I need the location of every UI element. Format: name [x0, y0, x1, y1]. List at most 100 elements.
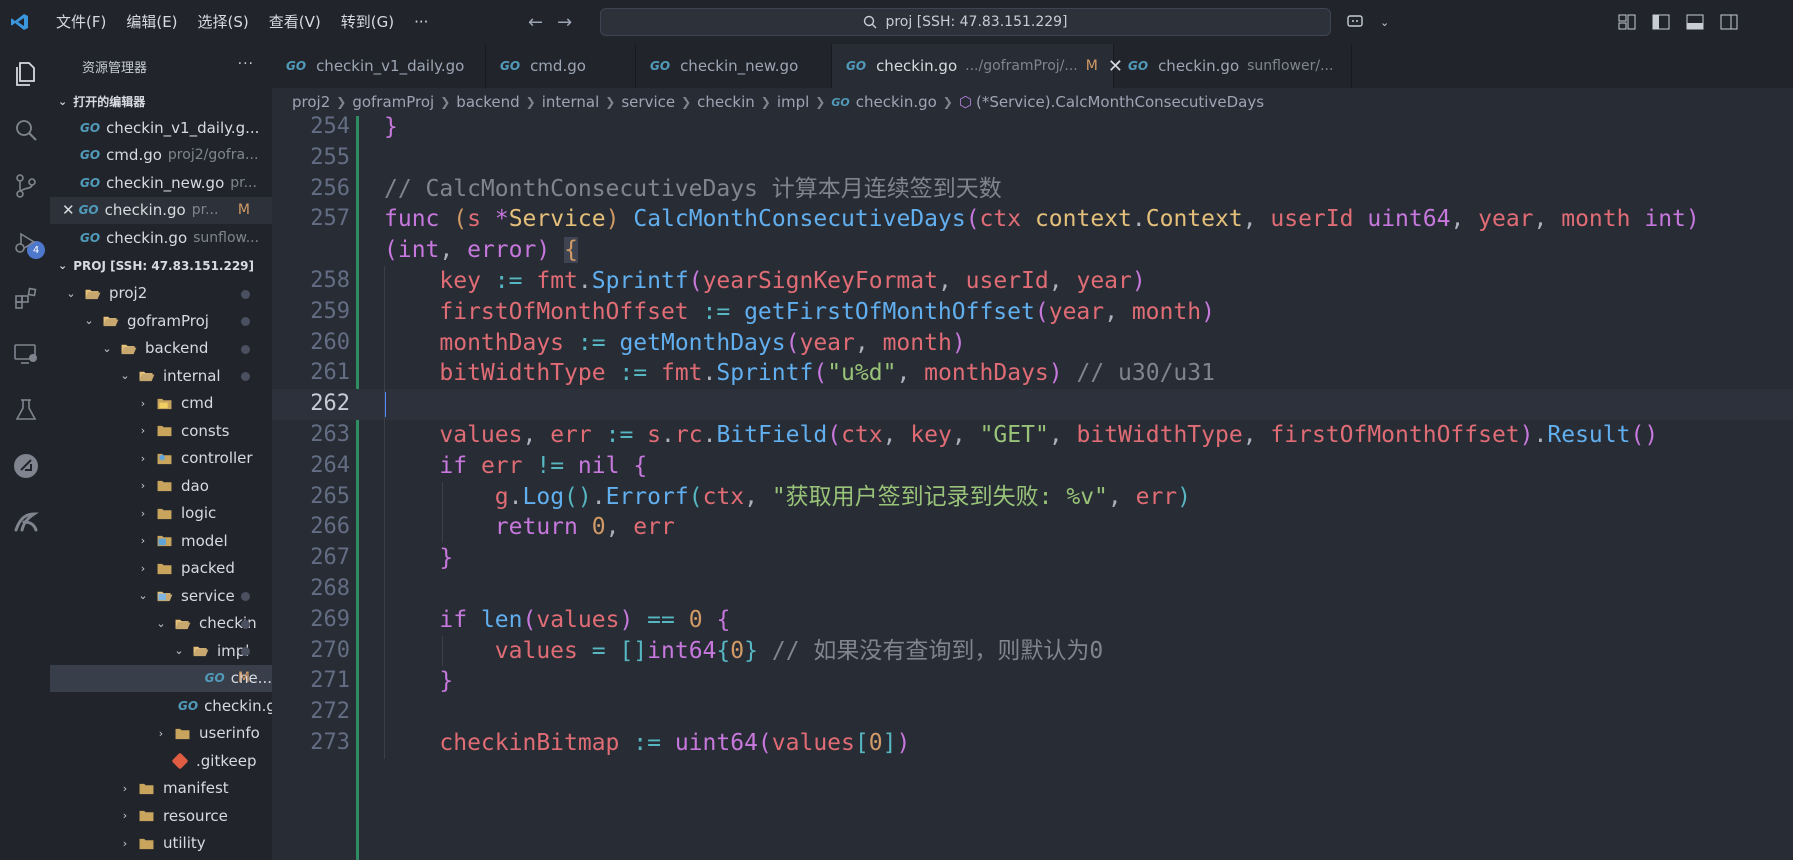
gitlens-icon[interactable]	[10, 450, 42, 482]
tree-item-checkin[interactable]: ⌄ checkin	[50, 610, 272, 638]
back-arrow-icon[interactable]: ←	[528, 12, 543, 33]
command-center-search[interactable]: proj [SSH: 47.83.151.229]	[600, 8, 1331, 36]
tree-item-consts[interactable]: › consts	[50, 417, 272, 445]
code-line[interactable]: 267 }	[272, 543, 1793, 574]
tab-cmd[interactable]: GO cmd.go	[486, 44, 636, 88]
source-control-icon[interactable]	[10, 170, 42, 202]
open-editor-item[interactable]: GO checkin_new.go pr...	[50, 169, 272, 197]
menu-file[interactable]: 文件(F)	[46, 0, 116, 44]
code-line[interactable]: 263 values, err := s.rc.BitField(ctx, ke…	[272, 420, 1793, 451]
title-bar: 文件(F) 编辑(E) 选择(S) 查看(V) 转到(G) ··· ← → pr…	[0, 0, 1793, 44]
modified-dot-icon	[241, 372, 250, 381]
menu-view[interactable]: 查看(V)	[259, 0, 331, 44]
open-editors-section[interactable]: ⌄ 打开的编辑器	[50, 88, 272, 114]
remote-explorer-icon[interactable]	[10, 338, 42, 370]
tab-label: checkin.go	[1158, 57, 1240, 75]
breadcrumb-item[interactable]: internal	[542, 93, 600, 111]
run-debug-icon[interactable]	[10, 226, 42, 258]
tree-item-controller[interactable]: › controller	[50, 445, 272, 473]
tree-item-packed[interactable]: › packed	[50, 555, 272, 583]
code-line[interactable]: 273 checkinBitmap := uint64(values[0])	[272, 728, 1793, 759]
tree-item-backend[interactable]: ⌄ backend	[50, 335, 272, 363]
tab-checkin-active[interactable]: GO checkin.go .../goframProj/... M ✕	[832, 44, 1123, 88]
breadcrumb-item[interactable]: backend	[456, 93, 519, 111]
breadcrumb-item[interactable]: service	[621, 93, 675, 111]
menu-edit[interactable]: 编辑(E)	[116, 0, 187, 44]
code-line[interactable]: 257 func (s *Service) CalcMonthConsecutiv…	[272, 204, 1793, 235]
breadcrumb-item[interactable]: (*Service).CalcMonthConsecutiveDays	[976, 93, 1264, 111]
folder-icon	[139, 372, 155, 382]
menu-more[interactable]: ···	[404, 0, 438, 44]
chevron-down-icon: ⌄	[84, 314, 94, 328]
breadcrumb-item[interactable]: proj2	[292, 93, 330, 111]
tree-item-checkingo[interactable]: GO checkin.go	[50, 692, 272, 720]
tree-item-label: model	[181, 531, 228, 550]
code-text: monthDays := getMonthDays(year, month)	[439, 329, 966, 356]
breadcrumb-item[interactable]: checkin	[697, 93, 755, 111]
code-line[interactable]: 265 g.Log().Errorf(ctx, "获取用户签到记录到失败: %v…	[272, 482, 1793, 513]
chevron-down-icon[interactable]: ⌄	[1380, 16, 1389, 29]
code-editor[interactable]: 254} 255 256// CalcMonthConsecutiveDays 计算…	[272, 116, 1793, 860]
tree-item-label: packed	[181, 559, 235, 578]
testing-icon[interactable]	[10, 394, 42, 426]
tree-item-goframproj[interactable]: ⌄ goframProj	[50, 307, 272, 335]
code-line[interactable]: 272	[272, 697, 1793, 728]
tree-item-logic[interactable]: › logic	[50, 500, 272, 528]
menu-go[interactable]: 转到(G)	[331, 0, 404, 44]
tree-item-userinfo[interactable]: › userinfo	[50, 720, 272, 748]
tree-item-gitkeep[interactable]: .gitkeep	[50, 747, 272, 775]
code-line[interactable]: 264 if err != nil {	[272, 451, 1793, 482]
close-icon[interactable]: ✕	[62, 201, 75, 219]
open-editor-name: cmd.go	[106, 146, 162, 165]
open-editor-item-active[interactable]: ✕ GO checkin.go pr... M	[50, 196, 272, 224]
code-line[interactable]: 254}	[272, 116, 1793, 143]
open-editor-item[interactable]: GO checkin_v1_daily.g...	[50, 114, 272, 142]
tree-item-dao[interactable]: › dao	[50, 472, 272, 500]
toggle-secondary-sidebar-icon[interactable]	[1719, 12, 1739, 32]
project-section[interactable]: ⌄ PROJ [SSH: 47.83.151.229]	[50, 252, 272, 280]
forward-arrow-icon[interactable]: →	[557, 12, 572, 33]
code-line[interactable]: 258 key := fmt.Sprintf(yearSignKeyFormat…	[272, 266, 1793, 297]
code-line[interactable]: 268	[272, 574, 1793, 605]
copilot-icon[interactable]	[1346, 12, 1366, 32]
extensions-icon[interactable]	[10, 282, 42, 314]
code-line[interactable]: 270 values = []int64{0} // 如果没有查询到，则默认为0	[272, 636, 1793, 667]
customize-layout-icon[interactable]	[1617, 12, 1637, 32]
code-line[interactable]: 255	[272, 143, 1793, 174]
code-line[interactable]: 266 return 0, err	[272, 512, 1793, 543]
folder-icon	[157, 426, 172, 437]
tree-item-utility[interactable]: › utility	[50, 830, 272, 858]
code-line[interactable]: 256 // CalcMonthConsecutiveDays 计算本月连续签到天…	[272, 174, 1793, 205]
tree-item-model[interactable]: › model	[50, 527, 272, 555]
tree-item-internal[interactable]: ⌄ internal	[50, 362, 272, 390]
code-line[interactable]: 269 if len(values) == 0 {	[272, 605, 1793, 636]
open-editor-item[interactable]: GO cmd.go proj2/gofra...	[50, 142, 272, 170]
tree-item-resource[interactable]: › resource	[50, 802, 272, 830]
tree-item-manifest[interactable]: › manifest	[50, 775, 272, 803]
tree-item-impl[interactable]: ⌄ impl	[50, 637, 272, 665]
tab-checkin-new[interactable]: GO checkin_new.go	[636, 44, 832, 88]
breadcrumb-item[interactable]: impl	[777, 93, 809, 111]
tree-item-cmd[interactable]: › cmd	[50, 390, 272, 418]
tab-checkin-v1-daily[interactable]: GO checkin_v1_daily.go	[272, 44, 486, 88]
tree-item-proj2[interactable]: ⌄ proj2	[50, 280, 272, 308]
code-line[interactable]: 271 }	[272, 666, 1793, 697]
code-line[interactable]: 262	[272, 389, 1793, 420]
code-line[interactable]: 261 bitWidthType := fmt.Sprintf("u%d", m…	[272, 358, 1793, 389]
toggle-sidebar-icon[interactable]	[1651, 12, 1671, 32]
code-line[interactable]: 260 monthDays := getMonthDays(year, mont…	[272, 328, 1793, 359]
code-line[interactable]: (int, error) {	[272, 235, 1793, 266]
explorer-icon[interactable]	[10, 58, 42, 90]
code-line[interactable]: 259 firstOfMonthOffset := getFirstOfMont…	[272, 297, 1793, 328]
breadcrumb-item[interactable]: checkin.go	[856, 93, 937, 111]
extension-r-icon[interactable]	[10, 506, 42, 538]
breadcrumb-item[interactable]: goframProj	[352, 93, 434, 111]
search-icon[interactable]	[10, 114, 42, 146]
tree-item-service[interactable]: ⌄ service	[50, 582, 272, 610]
menu-selection[interactable]: 选择(S)	[188, 0, 259, 44]
tab-checkin-sunflower[interactable]: GO checkin.go sunflower/...	[1114, 44, 1352, 88]
open-editor-item[interactable]: GO checkin.go sunflow...	[50, 224, 272, 252]
toggle-panel-icon[interactable]	[1685, 12, 1705, 32]
explorer-more-button[interactable]: ···	[238, 56, 254, 72]
tree-item-che[interactable]: GO che... M	[50, 664, 272, 692]
